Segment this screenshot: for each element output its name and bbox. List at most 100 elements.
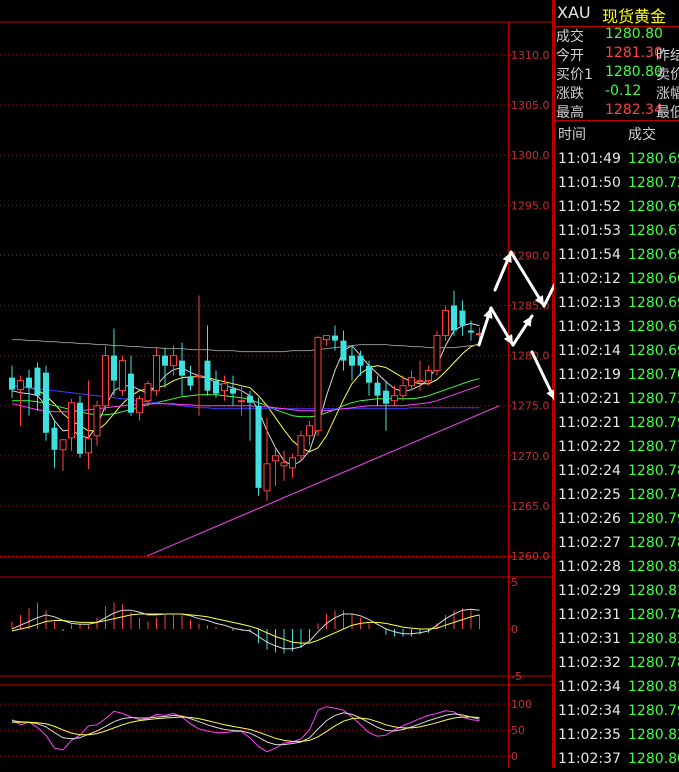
quote-row: 成交 1280.80 [555,26,679,46]
symbol-code: XAU [557,3,591,22]
candle [332,325,338,351]
quote-extra-label: 最低 [656,105,679,121]
candle-body [416,380,424,383]
candle-body [195,375,203,378]
tick-time: 11:01:52 [558,199,621,215]
tick-price: 1280.81 [628,583,679,599]
trendline [146,405,500,557]
candle [442,305,449,341]
candle-body [247,395,253,403]
tick-time: 11:02:21 [558,415,621,431]
tick-row: 11:02:24 1280.78 [555,460,679,484]
tick-price: 1280.79 [628,415,679,431]
candle [280,450,288,481]
candle [93,400,101,446]
tick-row: 11:01:50 1280.72 [555,172,679,196]
y-tick-label: 1260.0 [511,550,550,563]
tick-row: 11:02:34 1280.81 [555,676,679,700]
candle-body [204,360,211,391]
candle [119,355,126,396]
tick-price: 1280.78 [628,535,679,551]
candle [187,365,194,391]
candle [289,453,296,478]
tick-time: 11:02:28 [558,559,621,575]
candle [85,380,92,469]
tick-time: 11:01:50 [558,175,621,191]
tick-price: 1280.66 [628,271,679,287]
tick-price: 1280.82 [628,727,679,743]
candle-body [170,355,177,367]
candle [323,335,330,346]
quote-extra-label: 卖价 [656,67,679,83]
candle-body [459,310,466,326]
candle [399,375,407,401]
quote-row: 今开 1281.30 昨结 [555,45,679,65]
tick-time: 11:02:19 [558,367,621,383]
quote-label: 买价1 [556,67,593,83]
candle [59,438,67,471]
candle [221,375,228,401]
tick-time: 11:02:13 [558,295,621,311]
ticks-header-trade: 成交 [628,127,656,143]
candle-body [391,395,398,402]
ma-line-gray [12,339,480,353]
quote-value: 1282.34 [605,102,663,118]
candle [349,345,355,381]
candle [136,395,143,421]
candle [391,385,398,406]
candle [255,397,262,496]
candle-body [9,377,15,390]
chart-frames [0,0,553,768]
tick-price: 1280.67 [628,223,679,239]
candle [68,398,75,451]
macd-panel: 5 0 -5 [11,576,522,683]
kline-chart[interactable]: 1310.01305.01300.01295.01290.01285.01280… [0,0,554,768]
candle-body [26,377,32,388]
quote-extra-label: 涨幅 [656,86,679,102]
tick-time: 11:02:29 [558,583,621,599]
macd-tick-label: 5 [511,576,518,589]
tick-price: 1280.67 [628,319,679,335]
quote-label: 今开 [556,48,584,64]
candle-body [221,383,228,392]
candle [43,365,49,441]
annotation-arrow [493,250,513,292]
candle-body [43,372,49,433]
candle-body [425,370,432,382]
tick-row: 11:02:26 1280.79 [555,508,679,532]
tick-price: 1280.72 [628,175,679,191]
tick-row: 11:01:53 1280.67 [555,220,679,244]
kdj-tick-label: 100 [511,698,532,711]
candle-body [451,305,457,331]
tick-row: 11:02:29 1280.81 [555,580,679,604]
ticks-header-time: 时间 [558,127,586,143]
candle-body [128,373,134,413]
tick-price: 1280.70 [628,367,679,383]
tick-row: 11:01:52 1280.69 [555,196,679,220]
candle-body [297,435,305,457]
tick-row: 11:02:14 1280.69 [555,340,679,364]
tick-row: 11:02:35 1280.82 [555,724,679,748]
candle [204,325,211,396]
quote-extra-label: 昨结 [656,48,679,64]
candles [9,290,483,501]
candle-body [230,388,236,394]
tick-row: 11:02:21 1280.73 [555,388,679,412]
tick-price: 1280.69 [628,151,679,167]
y-tick-label: 1265.0 [511,500,550,513]
candle-body [77,402,83,454]
tick-price: 1280.81 [628,679,679,695]
candle-body [111,355,117,381]
quote-panel: XAU 现货黄金 成交 1280.80 今开 1281.30 昨结 买价1 1280.80 卖… [554,0,679,768]
candle-body [213,380,219,394]
tick-price: 1280.78 [628,655,679,671]
tick-time: 11:02:34 [558,679,621,695]
candle [263,417,271,501]
tick-time: 11:02:26 [558,511,621,527]
candle-body [85,438,92,454]
candle-body [263,463,271,492]
candle [272,447,279,486]
tick-price: 1280.73 [628,391,679,407]
candle [128,355,134,416]
quote-row: 涨跌 -0.12 涨幅 [555,83,679,103]
